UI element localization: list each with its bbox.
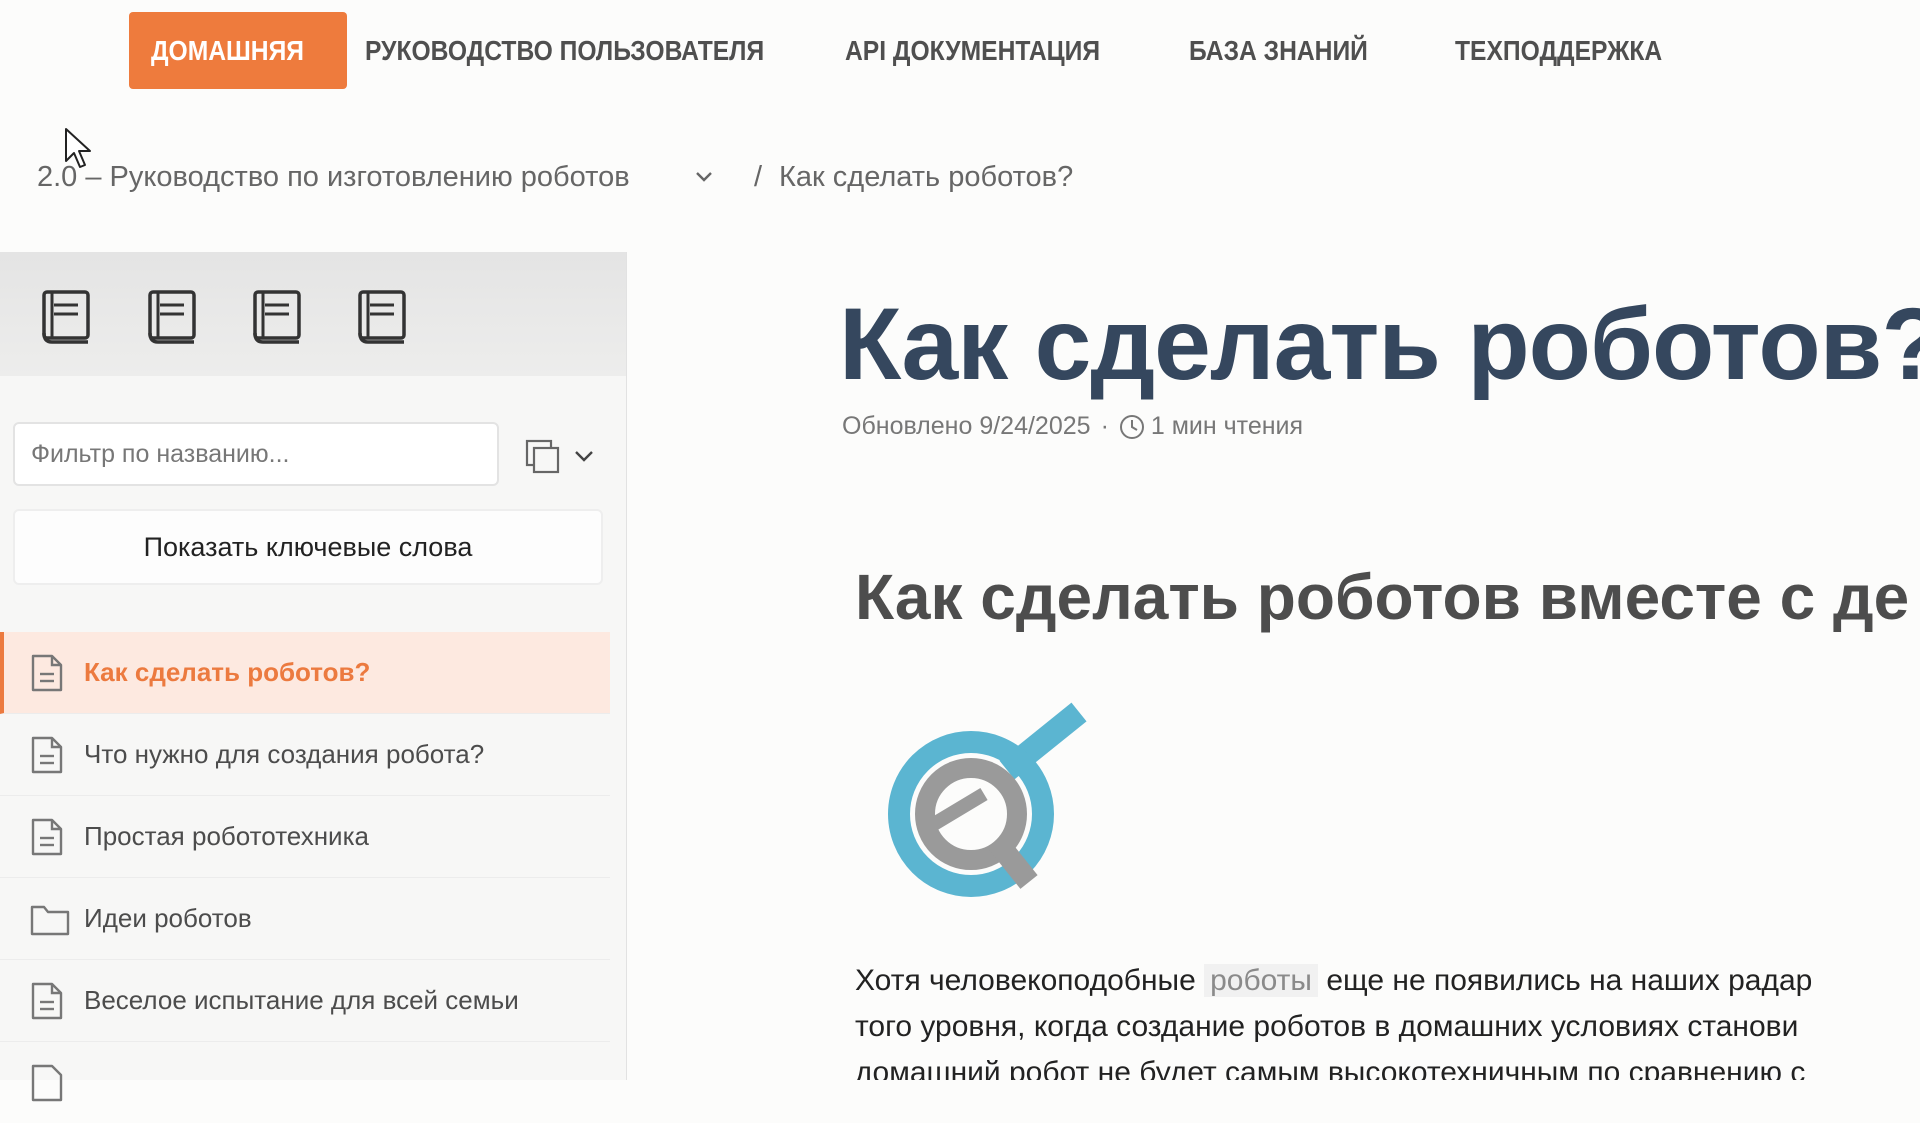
breadcrumb-current: Как сделать роботов?	[779, 161, 1074, 193]
toc-list: Как сделать роботов? Что нужно для созда…	[0, 632, 610, 1123]
toc-item-label: Простая робототехника	[84, 821, 369, 851]
document-icon	[31, 982, 63, 1020]
nav-api-docs[interactable]: API ДОКУМЕНТАЦИЯ	[845, 12, 1100, 89]
book-icon[interactable]	[38, 287, 94, 347]
collapse-all-button[interactable]	[524, 434, 596, 478]
folder-icon	[30, 905, 70, 936]
sidebar-toolbar	[0, 252, 626, 376]
toc-item-partial[interactable]	[0, 1042, 610, 1123]
document-icon	[31, 654, 63, 692]
chevron-down-icon	[575, 451, 593, 462]
toc-item-label: Идеи роботов	[84, 903, 252, 933]
nav-knowledge-base[interactable]: БАЗА ЗНАНИЙ	[1189, 12, 1368, 89]
nav-user-guide[interactable]: РУКОВОДСТВО ПОЛЬЗОВАТЕЛЯ	[365, 12, 764, 89]
nav-home[interactable]: ДОМАШНЯЯ	[129, 12, 347, 89]
para-text: еще не появились на наших радар	[1326, 964, 1813, 997]
section-title: Как сделать роботов вместе с де	[855, 561, 1910, 633]
toc-item-label: Веселое испытание для всей семьи	[84, 985, 519, 1015]
toc-item-simple-robotics[interactable]: Простая робототехника	[0, 796, 610, 878]
page-title: Как сделать роботов?	[839, 287, 1920, 401]
toc-item-label: Как сделать роботов?	[84, 657, 371, 687]
toc-item-how-to-make-robots[interactable]: Как сделать роботов?	[0, 632, 610, 714]
toc-item-what-needed[interactable]: Что нужно для создания робота?	[0, 714, 610, 796]
article-meta: Обновлено 9/24/2025 · 1 мин чтения	[842, 412, 1303, 441]
document-icon	[31, 818, 63, 856]
mouse-cursor-icon	[65, 128, 91, 168]
magnifier-logo-icon	[888, 702, 1087, 897]
document-icon	[31, 1064, 63, 1102]
breadcrumb-parent[interactable]: 2.0 – Руководство по изготовлению робото…	[37, 152, 630, 202]
document-icon	[31, 736, 63, 774]
book-icon[interactable]	[354, 287, 410, 347]
chevron-down-icon[interactable]	[695, 168, 713, 186]
meta-separator: ·	[1100, 412, 1109, 440]
read-time: 1 мин чтения	[1150, 412, 1304, 440]
book-icon[interactable]	[144, 287, 200, 347]
breadcrumb-separator: /	[754, 161, 763, 193]
keyword-link[interactable]: роботы	[1204, 964, 1318, 997]
para-text: того уровня, когда создание роботов в до…	[855, 1010, 1799, 1043]
para-text: домашний робот не будет самым высокотехн…	[855, 1056, 1806, 1080]
article-paragraph: Хотя человекоподобные роботы еще не появ…	[855, 958, 1812, 1080]
toc-item-family-challenge[interactable]: Веселое испытание для всей семьи	[0, 960, 610, 1042]
copy-pages-icon	[525, 439, 560, 474]
book-icon[interactable]	[249, 287, 305, 347]
clock-icon	[1119, 414, 1144, 439]
nav-support[interactable]: ТЕХПОДДЕРЖКА	[1455, 12, 1662, 89]
show-keywords-button[interactable]: Показать ключевые слова	[13, 509, 603, 585]
toc-item-robot-ideas[interactable]: Идеи роботов	[0, 878, 610, 960]
updated-date: Обновлено 9/24/2025	[842, 412, 1091, 440]
toc-item-label: Что нужно для создания робота?	[84, 739, 485, 769]
para-text: Хотя человекоподобные	[855, 964, 1196, 997]
article-content: Как сделать роботов? Обновлено 9/24/2025…	[627, 252, 1920, 1080]
top-navigation: ДОМАШНЯЯ РУКОВОДСТВО ПОЛЬЗОВАТЕЛЯ API ДО…	[0, 0, 1920, 100]
sidebar: Показать ключевые слова Как сделать робо…	[0, 252, 627, 1102]
filter-input[interactable]	[13, 422, 499, 486]
